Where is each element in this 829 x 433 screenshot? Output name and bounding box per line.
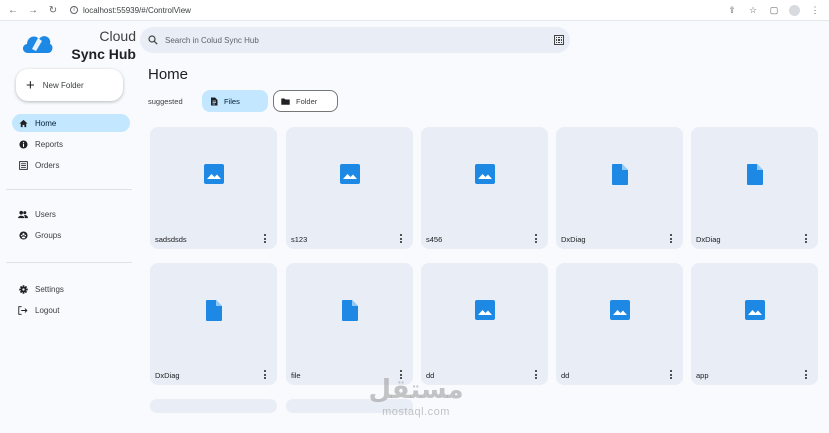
address-bar[interactable]: i localhost:55939/#/ControlView bbox=[70, 6, 191, 15]
watermark-latin: mostaql.com bbox=[382, 406, 450, 418]
more-options-icon[interactable] bbox=[262, 233, 268, 244]
image-file-icon bbox=[340, 164, 360, 184]
more-options-icon[interactable] bbox=[803, 369, 809, 380]
profile-avatar[interactable] bbox=[789, 4, 800, 16]
home-icon bbox=[18, 118, 28, 128]
file-name: DxDiag bbox=[561, 235, 586, 244]
sidebar-item-label: Users bbox=[35, 209, 56, 219]
plus-icon: + bbox=[26, 76, 35, 94]
filter-chip-folder[interactable]: Folder bbox=[273, 90, 338, 112]
file-card[interactable]: s123 bbox=[286, 127, 413, 249]
brand-line-1: Cloud bbox=[99, 28, 136, 44]
file-card[interactable]: sadsdsds bbox=[150, 127, 277, 249]
sidebar-divider bbox=[6, 262, 132, 263]
image-file-icon bbox=[745, 300, 765, 320]
watermark-arabic: مستقل bbox=[368, 375, 464, 405]
file-card[interactable]: app bbox=[691, 263, 818, 385]
search-icon[interactable] bbox=[148, 35, 158, 45]
sidebar-item-label: Home bbox=[35, 118, 57, 128]
page-title: Home bbox=[148, 66, 189, 83]
file-name: s123 bbox=[291, 235, 308, 244]
sidebar: Cloud Sync Hub + New Folder Home Reports… bbox=[0, 21, 140, 433]
filter-chip-label: Files bbox=[224, 96, 240, 106]
watermark-logo: مستقل mostaql.com bbox=[366, 374, 466, 422]
file-card[interactable]: s456 bbox=[421, 127, 548, 249]
file-name: DxDiag bbox=[696, 235, 721, 244]
sidebar-item-logout[interactable]: Logout bbox=[12, 301, 130, 319]
sidebar-item-settings[interactable]: Settings bbox=[12, 280, 130, 298]
kebab-menu-icon[interactable]: ⋮ bbox=[809, 4, 821, 16]
users-icon bbox=[18, 209, 28, 219]
document-file-icon bbox=[612, 164, 628, 185]
file-name: sadsdsds bbox=[155, 235, 187, 244]
sidebar-item-users[interactable]: Users bbox=[12, 205, 130, 223]
more-options-icon[interactable] bbox=[668, 369, 674, 380]
address-url: localhost:55939/#/ControlView bbox=[83, 5, 191, 15]
bookmark-star-icon[interactable]: ☆ bbox=[747, 4, 759, 16]
more-options-icon[interactable] bbox=[533, 369, 539, 380]
sidebar-item-label: Orders bbox=[35, 160, 60, 170]
search-input[interactable] bbox=[165, 35, 545, 45]
new-folder-button[interactable]: + New Folder bbox=[16, 69, 123, 101]
file-name: app bbox=[696, 371, 709, 380]
document-file-icon bbox=[342, 300, 358, 321]
file-card[interactable]: DxDiag bbox=[691, 127, 818, 249]
sidebar-item-label: Settings bbox=[35, 284, 64, 294]
sidebar-item-label: Groups bbox=[35, 230, 62, 240]
file-card[interactable]: dd bbox=[421, 263, 548, 385]
brand-line-2: Sync Hub bbox=[71, 46, 136, 62]
sidebar-item-label: Logout bbox=[35, 305, 60, 315]
info-icon bbox=[18, 139, 28, 149]
image-file-icon bbox=[475, 164, 495, 184]
file-card[interactable]: file bbox=[286, 263, 413, 385]
file-icon bbox=[211, 97, 218, 105]
cloud-logo-icon bbox=[22, 36, 53, 53]
image-file-icon bbox=[475, 300, 495, 320]
file-card[interactable]: DxDiag bbox=[150, 263, 277, 385]
file-name: DxDiag bbox=[155, 371, 180, 380]
filter-chip-label: Folder bbox=[296, 96, 318, 106]
document-file-icon bbox=[206, 300, 222, 321]
folder-icon bbox=[281, 98, 290, 105]
search-bar bbox=[140, 27, 570, 53]
file-card[interactable] bbox=[150, 399, 277, 413]
filter-chip-files[interactable]: Files bbox=[202, 90, 268, 112]
new-folder-label: New Folder bbox=[42, 80, 84, 90]
file-name: dd bbox=[561, 371, 570, 380]
image-file-icon bbox=[610, 300, 630, 320]
brand-name: Cloud Sync Hub bbox=[70, 27, 136, 63]
sidebar-item-orders[interactable]: Orders bbox=[12, 156, 130, 174]
filter-options-icon[interactable] bbox=[554, 35, 564, 45]
file-card[interactable]: DxDiag bbox=[556, 127, 683, 249]
more-options-icon[interactable] bbox=[803, 233, 809, 244]
file-name: file bbox=[291, 371, 301, 380]
more-options-icon[interactable] bbox=[668, 233, 674, 244]
more-options-icon[interactable] bbox=[398, 233, 404, 244]
sidebar-item-groups[interactable]: Groups bbox=[12, 226, 130, 244]
logout-icon bbox=[18, 305, 28, 315]
file-card[interactable]: dd bbox=[556, 263, 683, 385]
list-icon bbox=[18, 160, 28, 170]
site-info-icon[interactable]: i bbox=[70, 6, 78, 14]
groups-icon bbox=[18, 230, 28, 240]
file-name: s456 bbox=[426, 235, 443, 244]
image-file-icon bbox=[204, 164, 224, 184]
sidebar-divider bbox=[6, 189, 132, 190]
back-arrow-icon[interactable]: ← bbox=[6, 3, 20, 17]
sidepanel-icon[interactable]: ▢ bbox=[768, 4, 780, 16]
reload-icon[interactable]: ↻ bbox=[46, 3, 60, 17]
share-icon[interactable]: ⇪ bbox=[726, 4, 738, 16]
document-file-icon bbox=[747, 164, 763, 185]
sidebar-item-home[interactable]: Home bbox=[12, 114, 130, 132]
more-options-icon[interactable] bbox=[533, 233, 539, 244]
sidebar-item-label: Reports bbox=[35, 139, 64, 149]
gear-icon bbox=[18, 284, 28, 294]
forward-arrow-icon[interactable]: → bbox=[26, 3, 40, 17]
sidebar-item-reports[interactable]: Reports bbox=[12, 135, 130, 153]
more-options-icon[interactable] bbox=[262, 369, 268, 380]
browser-toolbar: ← → ↻ i localhost:55939/#/ControlView ⇪ … bbox=[0, 0, 829, 21]
suggested-label: suggested bbox=[148, 97, 183, 106]
